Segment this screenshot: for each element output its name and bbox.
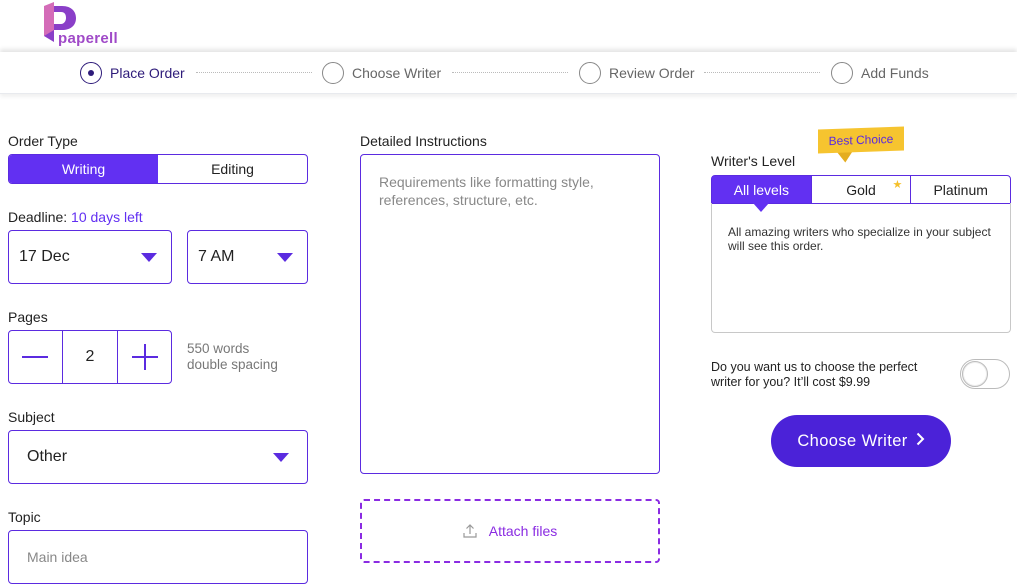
writer-level-description: All amazing writers who specialize in yo…	[711, 203, 1011, 333]
step-connector	[452, 72, 568, 73]
caret-down-icon	[277, 253, 293, 262]
pages-value[interactable]: 2	[61, 331, 119, 383]
step-choose-writer[interactable]: Choose Writer	[322, 62, 441, 84]
instructions-textarea[interactable]: Requirements like formatting style, refe…	[360, 154, 660, 474]
step-add-funds[interactable]: Add Funds	[831, 62, 929, 84]
pages-label: Pages	[8, 309, 48, 325]
step-review-order[interactable]: Review Order	[579, 62, 695, 84]
topic-label: Topic	[8, 509, 41, 525]
tab-all-levels[interactable]: All levels	[712, 176, 811, 212]
star-icon: ★	[892, 179, 903, 191]
order-type-label: Order Type	[8, 133, 78, 149]
attach-files-label: Attach files	[488, 523, 558, 539]
step-connector	[196, 72, 312, 73]
step-radio-icon	[831, 62, 853, 84]
pages-word-info: 550 words double spacing	[187, 341, 278, 373]
toggle-knob	[962, 361, 988, 387]
order-type-writing[interactable]: Writing	[9, 155, 158, 183]
topic-placeholder: Main idea	[27, 549, 88, 565]
writer-level-tabs: All levels Gold ★ Platinum	[711, 175, 1011, 212]
deadline-date-select[interactable]: 17 Dec	[8, 230, 172, 284]
step-label: Choose Writer	[352, 65, 442, 81]
step-connector	[704, 72, 820, 73]
step-radio-icon	[579, 62, 601, 84]
step-place-order[interactable]: Place Order	[80, 62, 185, 84]
cta-label: Choose Writer	[797, 431, 908, 450]
perfect-writer-toggle[interactable]	[960, 359, 1010, 389]
logo-text: paperell	[58, 30, 118, 47]
attach-files-button[interactable]: Attach files	[360, 499, 660, 563]
tab-label: Platinum	[933, 181, 988, 198]
writer-level-label: Writer's Level	[711, 153, 796, 169]
step-label: Add Funds	[861, 65, 929, 81]
order-steps: Place Order Choose Writer Review Order A…	[0, 52, 1017, 94]
choose-writer-button[interactable]: Choose Writer	[771, 415, 951, 467]
caret-down-icon	[141, 253, 157, 262]
upload-icon	[463, 524, 477, 538]
subject-label: Subject	[8, 409, 55, 425]
tab-label: All levels	[733, 181, 789, 198]
header: paperell	[0, 0, 1017, 52]
step-label: Review Order	[609, 65, 695, 81]
topic-input[interactable]: Main idea	[8, 530, 308, 584]
step-label: Place Order	[110, 65, 185, 81]
instructions-placeholder: Requirements like formatting style, refe…	[379, 174, 594, 208]
tab-gold[interactable]: Gold ★	[810, 176, 911, 203]
pages-stepper: 2	[8, 330, 172, 384]
pages-increment-button[interactable]	[118, 331, 171, 383]
order-type-toggle: Writing Editing	[8, 154, 308, 184]
best-choice-badge: Best Choice	[818, 126, 904, 154]
deadline-time-value: 7 AM	[198, 248, 235, 265]
deadline-date-value: 17 Dec	[19, 248, 70, 265]
word-count: 550 words	[187, 341, 250, 356]
plus-icon	[131, 344, 158, 370]
deadline-label-text: Deadline:	[8, 209, 68, 225]
tab-platinum[interactable]: Platinum	[910, 176, 1010, 203]
subject-value: Other	[27, 448, 68, 465]
logo[interactable]: paperell	[38, 2, 128, 47]
tab-label: Gold	[846, 181, 876, 198]
instructions-label: Detailed Instructions	[360, 133, 487, 149]
step-radio-icon	[80, 62, 102, 84]
pages-decrement-button[interactable]	[9, 331, 62, 383]
subject-select[interactable]: Other	[8, 430, 308, 484]
order-type-editing[interactable]: Editing	[158, 155, 307, 183]
minus-icon	[22, 356, 49, 358]
chevron-right-icon	[916, 432, 925, 451]
caret-down-icon	[273, 453, 289, 462]
deadline-remaining: 10 days left	[71, 209, 143, 225]
perfect-writer-text: Do you want us to choose the perfect wri…	[711, 360, 918, 389]
deadline-time-select[interactable]: 7 AM	[187, 230, 308, 284]
step-radio-icon	[322, 62, 344, 84]
deadline-label: Deadline: 10 days left	[8, 209, 143, 225]
spacing-info: double spacing	[187, 357, 278, 372]
